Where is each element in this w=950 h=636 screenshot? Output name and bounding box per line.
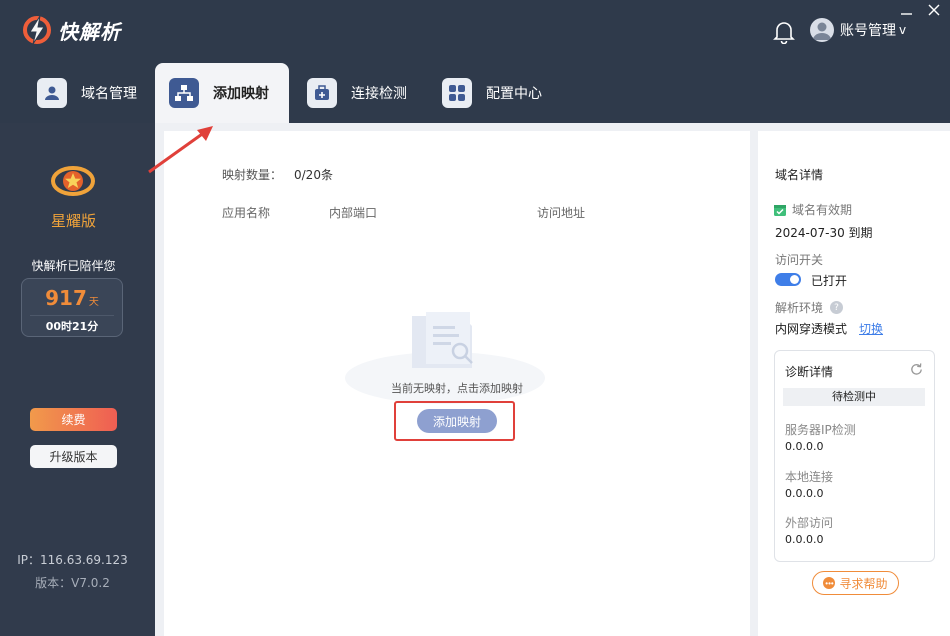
question-icon[interactable]: ?: [830, 301, 844, 314]
domain-details-panel: 域名详情 域名有效期 2024-07-30 到期 访问开关 已打开 解析环境 ?…: [758, 131, 950, 636]
mapping-count-value: 0/20条: [294, 168, 333, 182]
tab-config-center[interactable]: 配置中心: [442, 63, 542, 123]
chat-icon: •••: [823, 577, 836, 589]
edition-name: 星耀版: [50, 212, 96, 230]
network-topology-icon: [169, 78, 199, 108]
duration-time: 00时21分: [45, 320, 99, 333]
user-card-icon: [37, 78, 67, 108]
account-label: 账号管理: [840, 23, 896, 39]
lightning-logo-icon: [23, 15, 51, 45]
account-menu[interactable]: 账号管理 v: [810, 18, 906, 42]
seek-help-label: 寻求帮助: [839, 576, 888, 591]
diag-item-label: 本地连接: [785, 470, 834, 484]
companion-days-box: 917 天 00时21分: [21, 278, 123, 337]
switch-env-link[interactable]: 切换: [859, 320, 883, 337]
days-count: 917 天: [22, 286, 122, 310]
bell-icon[interactable]: [773, 20, 795, 44]
diag-item-value: 0.0.0.0: [785, 533, 824, 546]
upgrade-version-button[interactable]: 升级版本: [30, 445, 117, 468]
empty-state-text: 当前无映射，点击添加映射: [391, 382, 523, 395]
renew-button[interactable]: 续费: [30, 408, 117, 431]
avatar: [810, 18, 834, 42]
column-header-internal-port: 内部端口: [329, 206, 378, 220]
column-header-access-address: 访问地址: [537, 206, 586, 220]
access-state: 已打开: [811, 274, 848, 288]
minimize-icon[interactable]: [898, 4, 914, 20]
diag-item-label: 服务器IP检测: [785, 423, 856, 437]
calendar-check-icon: [774, 204, 786, 216]
diagnosis-box: 诊断详情 待检测中 服务器IP检测 0.0.0.0 本地连接 0.0.0.0 外…: [774, 350, 935, 562]
tab-connection-check[interactable]: 连接检测: [307, 63, 407, 123]
expire-date: 2024-07-30 到期: [775, 226, 873, 240]
days-unit: 天: [88, 297, 99, 308]
env-value: 内网穿透模式: [775, 322, 848, 336]
diagnosis-title: 诊断详情: [785, 365, 834, 379]
star-badge-icon: [51, 166, 95, 196]
companion-text: 快解析已陪伴您: [31, 259, 116, 273]
tab-label: 域名管理: [81, 86, 137, 102]
chevron-down-icon: v: [899, 23, 907, 37]
grid-apps-icon: [442, 78, 472, 108]
divider: [30, 315, 114, 316]
medical-kit-icon: [307, 78, 337, 108]
app-logo: 快解析: [22, 14, 121, 46]
access-switch-label: 访问开关: [775, 253, 824, 267]
env-label: 解析环境: [775, 301, 824, 315]
tab-label: 连接检测: [351, 86, 407, 102]
diag-item-value: 0.0.0.0: [785, 440, 824, 453]
user-avatar-icon: [813, 22, 831, 40]
tab-domain-management[interactable]: 域名管理: [37, 63, 137, 123]
tab-add-mapping[interactable]: 添加映射: [155, 63, 289, 123]
diag-item-label: 外部访问: [785, 516, 834, 530]
column-header-app-name: 应用名称: [222, 206, 271, 220]
access-toggle[interactable]: [775, 273, 801, 286]
mapping-count-label: 映射数量：: [222, 168, 283, 182]
app-name: 快解析: [58, 19, 121, 44]
add-mapping-button[interactable]: 添加映射: [417, 409, 497, 433]
close-icon[interactable]: [926, 2, 942, 18]
sidebar: 星耀版 快解析已陪伴您 917 天 00时21分 续费 升级版本 IP：116.6…: [0, 123, 155, 636]
tab-label: 配置中心: [486, 86, 542, 102]
details-title: 域名详情: [775, 168, 824, 182]
diagnosis-status: 待检测中: [783, 388, 925, 406]
diag-item-value: 0.0.0.0: [785, 487, 824, 500]
tab-label: 添加映射: [213, 86, 269, 102]
version-text: 版本：V7.0.2: [35, 576, 110, 590]
resolve-env: 解析环境 ?: [775, 299, 844, 316]
domain-validity: 域名有效期: [773, 201, 852, 218]
refresh-icon[interactable]: [909, 362, 924, 377]
ip-address: IP：116.63.69.123: [17, 553, 128, 567]
mapping-panel: 映射数量： 0/20条 应用名称 内部端口 访问地址 当前无映射，点击添加映射 …: [164, 131, 750, 636]
seek-help-button[interactable]: ••• 寻求帮助: [812, 571, 899, 595]
days-number: 917: [45, 286, 87, 310]
validity-label: 域名有效期: [792, 203, 853, 217]
